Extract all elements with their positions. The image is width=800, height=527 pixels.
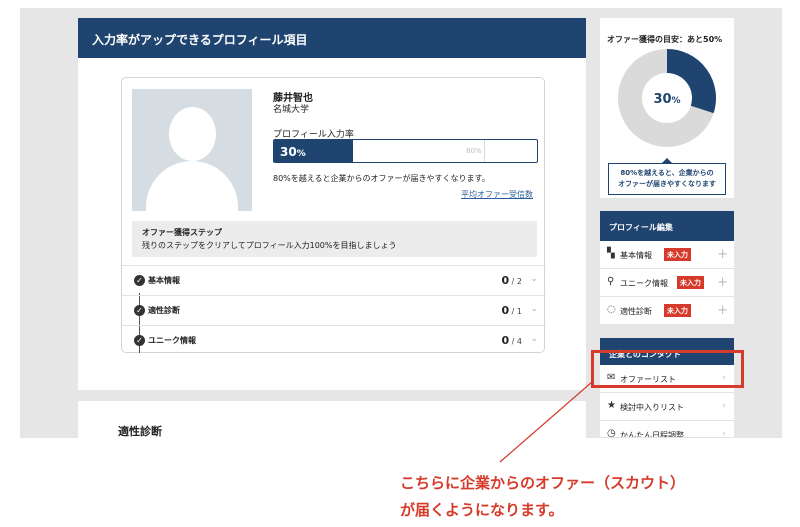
- callout-text: こちらに企業からのオファー（スカウト） が届くようになります。: [400, 470, 685, 524]
- callout-line-1: こちらに企業からのオファー（スカウト）: [400, 474, 686, 492]
- callout-pointer-line: [499, 381, 593, 463]
- callout-line: [499, 381, 593, 463]
- callout-line-2: が届くようになります。: [400, 501, 564, 519]
